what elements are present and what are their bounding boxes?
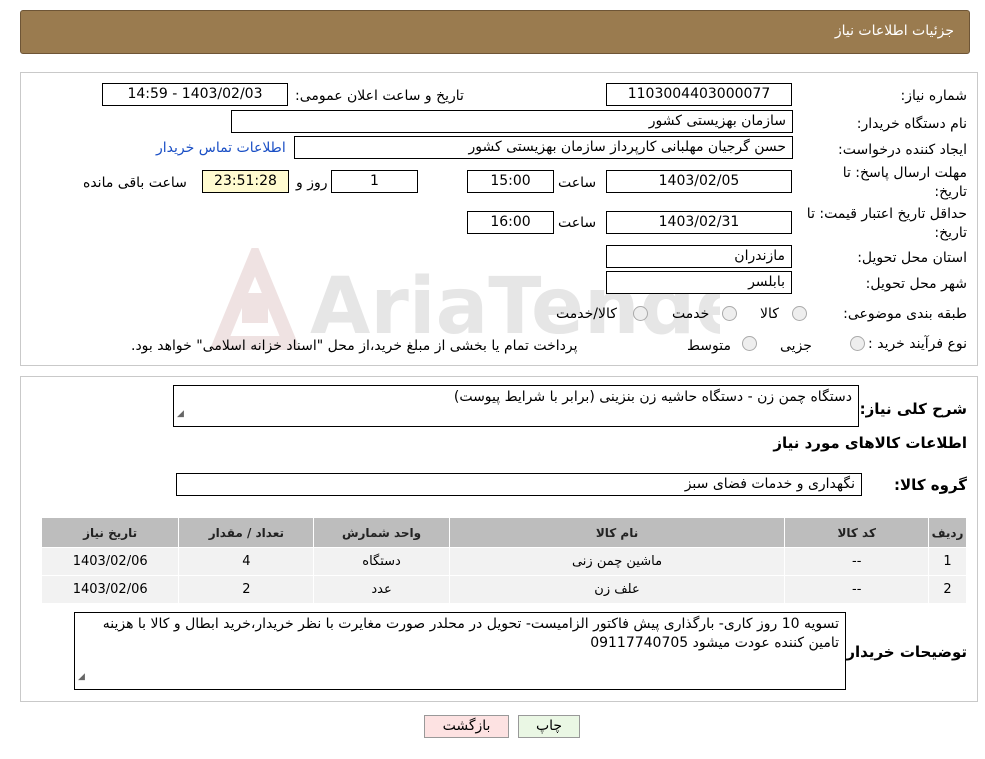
deadline-date-field: 1403/02/05: [606, 170, 792, 193]
goods-group-label: گروه کالا:: [894, 476, 967, 494]
validity-date-field: 1403/02/31: [606, 211, 792, 234]
process-radio-partial[interactable]: [850, 336, 865, 351]
table-header-row: ردیف کد کالا نام کالا واحد شمارش تعداد /…: [40, 517, 967, 548]
announce-label: تاریخ و ساعت اعلان عمومی:: [295, 88, 464, 104]
validity-label-line1: حداقل تاریخ اعتبار قیمت: تا: [806, 206, 967, 222]
category-option-service: خدمت: [672, 306, 710, 322]
category-option-goods: کالا: [760, 306, 779, 322]
col-goods-name: نام کالا: [448, 517, 786, 548]
deadline-time-label: ساعت: [558, 175, 597, 191]
remaining-time-field: 23:51:28: [202, 170, 289, 193]
cell-goods-name: ماشین چمن زنی: [448, 547, 786, 576]
table-row: 2 -- علف زن عدد 2 1403/02/06: [40, 575, 967, 604]
province-label: استان محل تحویل:: [857, 250, 967, 266]
category-option-goods-service: کالا/خدمت: [556, 306, 617, 322]
requester-field: حسن گرجیان مهلبانی کارپرداز سازمان بهزیس…: [294, 136, 793, 159]
buyer-contact-link[interactable]: اطلاعات تماس خریدار: [156, 140, 286, 156]
cell-goods-code: --: [784, 547, 929, 576]
buyer-notes-label: توضیحات خریدار:: [840, 643, 967, 661]
description-label: شرح کلی نیاز:: [859, 400, 967, 418]
requester-label: ایجاد کننده درخواست:: [838, 142, 967, 158]
page-title: جزئیات اطلاعات نیاز: [834, 23, 954, 39]
category-radio-goods[interactable]: [792, 306, 807, 321]
cell-need-date: 1403/02/06: [40, 547, 180, 576]
col-unit: واحد شمارش: [313, 517, 450, 548]
validity-time-field: 16:00: [467, 211, 554, 234]
resize-grip-icon: ◢: [177, 409, 184, 419]
category-radio-goods-service[interactable]: [633, 306, 648, 321]
cell-quantity: 2: [178, 575, 315, 604]
description-field: دستگاه چمن زن - دستگاه حاشیه زن بنزینی (…: [173, 385, 859, 427]
deadline-time-field: 15:00: [467, 170, 554, 193]
treasury-note: پرداخت تمام یا بخشی از مبلغ خرید،از محل …: [131, 338, 578, 354]
remaining-time-label: ساعت باقی مانده: [83, 175, 187, 191]
table-row: 1 -- ماشین چمن زنی دستگاه 4 1403/02/06: [40, 547, 967, 576]
deadline-days-field: 1: [331, 170, 418, 193]
page-header: جزئیات اطلاعات نیاز: [20, 10, 970, 54]
announce-field: 1403/02/03 - 14:59: [102, 83, 288, 106]
city-field: بابلسر: [606, 271, 792, 294]
cell-row-number: 1: [928, 547, 967, 576]
cell-quantity: 4: [178, 547, 315, 576]
goods-group-field: نگهداری و خدمات فضای سبز: [176, 473, 862, 496]
back-button[interactable]: بازگشت: [424, 715, 509, 738]
process-option-medium: متوسط: [687, 338, 731, 354]
process-option-partial: جزیی: [780, 338, 812, 354]
need-number-label: شماره نیاز:: [900, 88, 968, 104]
process-label: نوع فرآیند خرید :: [868, 336, 967, 352]
cell-goods-code: --: [784, 575, 929, 604]
buyer-org-label: نام دستگاه خریدار:: [856, 116, 967, 132]
buyer-org-field: سازمان بهزیستی کشور: [231, 110, 793, 133]
deadline-label-line1: مهلت ارسال پاسخ: تا: [842, 165, 967, 181]
col-need-date: تاریخ نیاز: [40, 517, 180, 548]
description-text: دستگاه چمن زن - دستگاه حاشیه زن بنزینی (…: [453, 389, 852, 405]
goods-section-title: اطلاعات کالاهای مورد نیاز: [773, 434, 967, 452]
cell-unit: عدد: [313, 575, 450, 604]
category-radio-service[interactable]: [722, 306, 737, 321]
process-radio-medium[interactable]: [742, 336, 757, 351]
city-label: شهر محل تحویل:: [865, 276, 967, 292]
province-field: مازندران: [606, 245, 792, 268]
cell-goods-name: علف زن: [448, 575, 786, 604]
buyer-notes-text: تسویه 10 روز کاری- بارگذاری پیش فاکتور ا…: [102, 616, 839, 651]
print-button[interactable]: چاپ: [518, 715, 580, 738]
category-label: طبقه بندی موضوعی:: [843, 306, 967, 322]
deadline-label-line2: تاریخ:: [934, 184, 967, 200]
cell-need-date: 1403/02/06: [40, 575, 180, 604]
col-goods-code: کد کالا: [784, 517, 929, 548]
cell-row-number: 2: [928, 575, 967, 604]
validity-label-line2: تاریخ:: [934, 225, 967, 241]
validity-time-label: ساعت: [558, 215, 597, 231]
resize-grip-icon: ◢: [78, 672, 85, 682]
col-quantity: تعداد / مقدار: [178, 517, 315, 548]
need-number-field: 1103004403000077: [606, 83, 792, 106]
buyer-notes-field: تسویه 10 روز کاری- بارگذاری پیش فاکتور ا…: [74, 612, 846, 690]
deadline-days-label: روز و: [296, 175, 328, 191]
col-row-number: ردیف: [928, 517, 967, 548]
cell-unit: دستگاه: [313, 547, 450, 576]
goods-table: ردیف کد کالا نام کالا واحد شمارش تعداد /…: [40, 517, 967, 604]
